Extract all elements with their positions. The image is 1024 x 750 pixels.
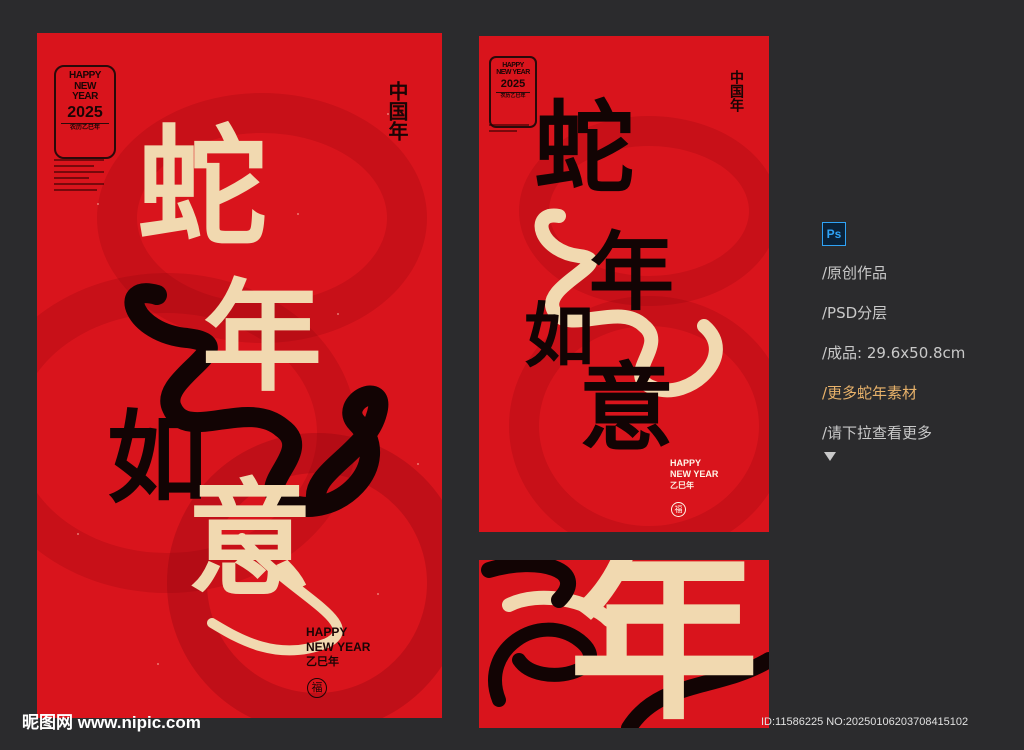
info-item-size: /成品: 29.6x50.8cm xyxy=(822,344,966,362)
calligraphy-char-1: 蛇 xyxy=(137,111,268,264)
info-sidebar: Ps /原创作品 /PSD分层 /成品: 29.6x50.8cm /更多蛇年素材… xyxy=(822,222,965,461)
detail-character: 年 xyxy=(569,560,760,728)
image-id-text: ID:11586225 NO:20250106203708415102 xyxy=(761,716,969,728)
calligraphy-char-2: 年 xyxy=(589,223,675,323)
detail-crop-poster: 年 xyxy=(479,560,769,728)
photoshop-icon: Ps xyxy=(822,222,846,246)
calligraphy-char-1: 蛇 xyxy=(534,89,634,207)
main-poster: HAPPY NEW YEAR 2025 农历乙巳年 中国年 蛇 年 如 意 HA… xyxy=(37,33,442,718)
greeting-text: HAPPY NEW YEAR 乙巳年 xyxy=(670,458,718,491)
greeting-line-1: HAPPY xyxy=(306,625,348,639)
calligraphy-char-4: 意 xyxy=(187,467,312,613)
fu-seal: 福 xyxy=(307,678,327,698)
greeting-line-1: HAPPY xyxy=(670,458,702,468)
greeting-line-2: NEW YEAR xyxy=(306,640,371,654)
small-poster: HAPPY NEW YEAR 2025 农历乙巳年 中国年 蛇 年 如 意 HA… xyxy=(479,36,769,532)
down-arrow-icon xyxy=(824,452,836,461)
greeting-text: HAPPY NEW YEAR 乙巳年 xyxy=(306,625,370,669)
fu-seal: 福 xyxy=(671,502,686,517)
scroll-hint: /请下拉查看更多 xyxy=(822,424,933,442)
greeting-line-2: NEW YEAR xyxy=(670,469,719,480)
info-item-psd: /PSD分层 xyxy=(822,304,888,322)
nipic-logo[interactable]: 昵图网 www.nipic.com xyxy=(22,708,201,733)
year-name: 乙巳年 xyxy=(670,480,694,490)
more-snake-materials-link[interactable]: /更多蛇年素材 xyxy=(822,382,965,402)
info-item-original: /原创作品 xyxy=(822,264,888,282)
calligraphy-char-2: 年 xyxy=(202,267,322,408)
calligraphy-char-4: 意 xyxy=(579,353,675,464)
year-name: 乙巳年 xyxy=(306,655,339,668)
